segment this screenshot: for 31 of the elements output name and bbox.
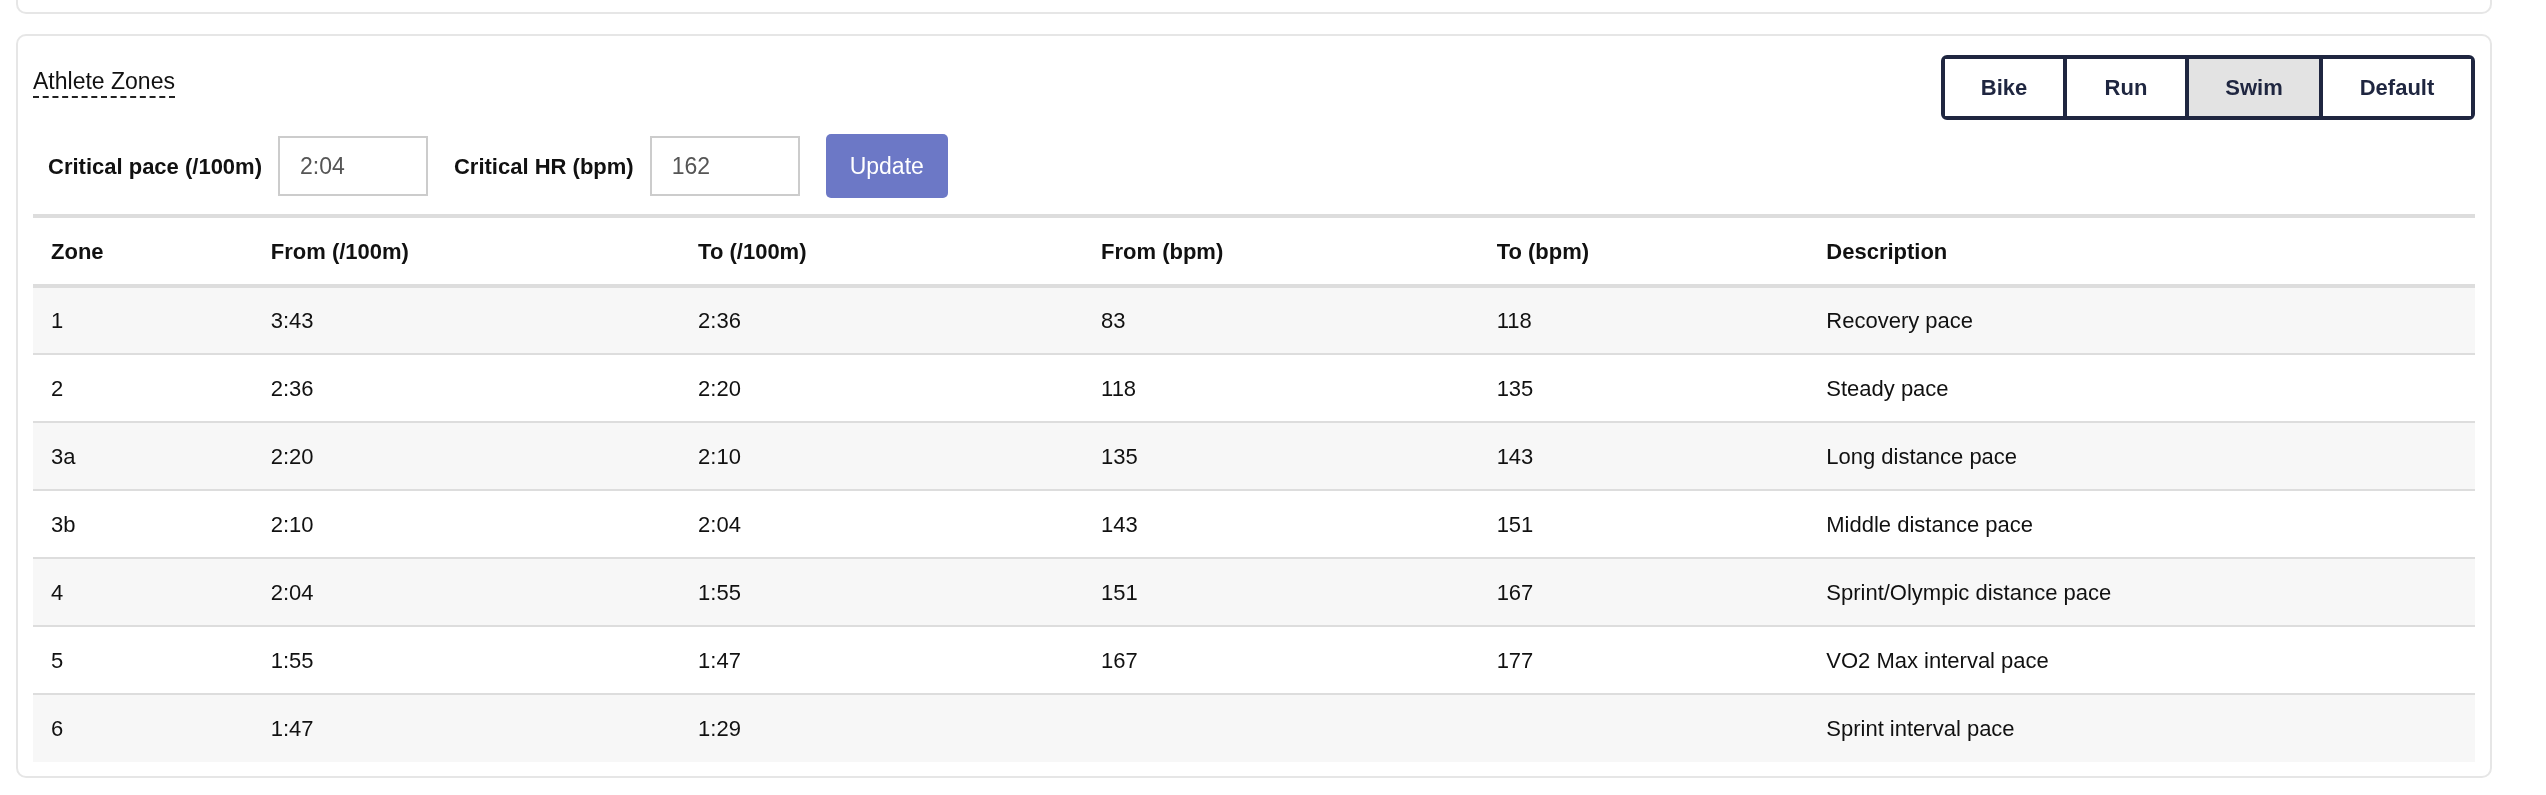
table-cell: 3a [33,422,253,490]
table-cell: 3:43 [252,286,681,354]
table-cell: 6 [33,694,253,762]
table-cell: 2:04 [252,558,681,626]
text-field[interactable]: 2:04 [278,136,428,196]
table-cell: 2:36 [680,286,1084,354]
section-title: Athlete Zones [33,68,175,98]
table-cell: 2:10 [680,422,1084,490]
table-cell: 151 [1083,558,1479,626]
field-label: Critical HR (bpm) [454,152,634,181]
text-field[interactable]: 162 [649,136,800,196]
table-cell: 118 [1478,286,1809,354]
sport-tab[interactable]: Swim [2189,59,2319,116]
table-cell: 135 [1083,422,1479,490]
table-cell: 143 [1478,422,1809,490]
sport-tab[interactable]: Run [2067,59,2185,116]
table-cell: 83 [1083,286,1479,354]
table-cell: 1:55 [680,558,1084,626]
table-cell: 2:20 [252,422,681,490]
table-cell: 1 [33,286,253,354]
table-cell: 1:29 [680,694,1084,762]
table-cell: Long distance pace [1808,422,2475,490]
table-cell: 167 [1478,558,1809,626]
sport-tab[interactable]: Default [2323,59,2471,116]
field-label: Critical pace (/100m) [48,152,262,181]
table-cell: 4 [33,558,253,626]
table-cell: Recovery pace [1808,286,2475,354]
table-cell: Sprint interval pace [1808,694,2475,762]
sport-tab[interactable]: Bike [1945,59,2063,116]
table-cell: Sprint/Olympic distance pace [1808,558,2475,626]
table-cell: 1:47 [252,694,681,762]
